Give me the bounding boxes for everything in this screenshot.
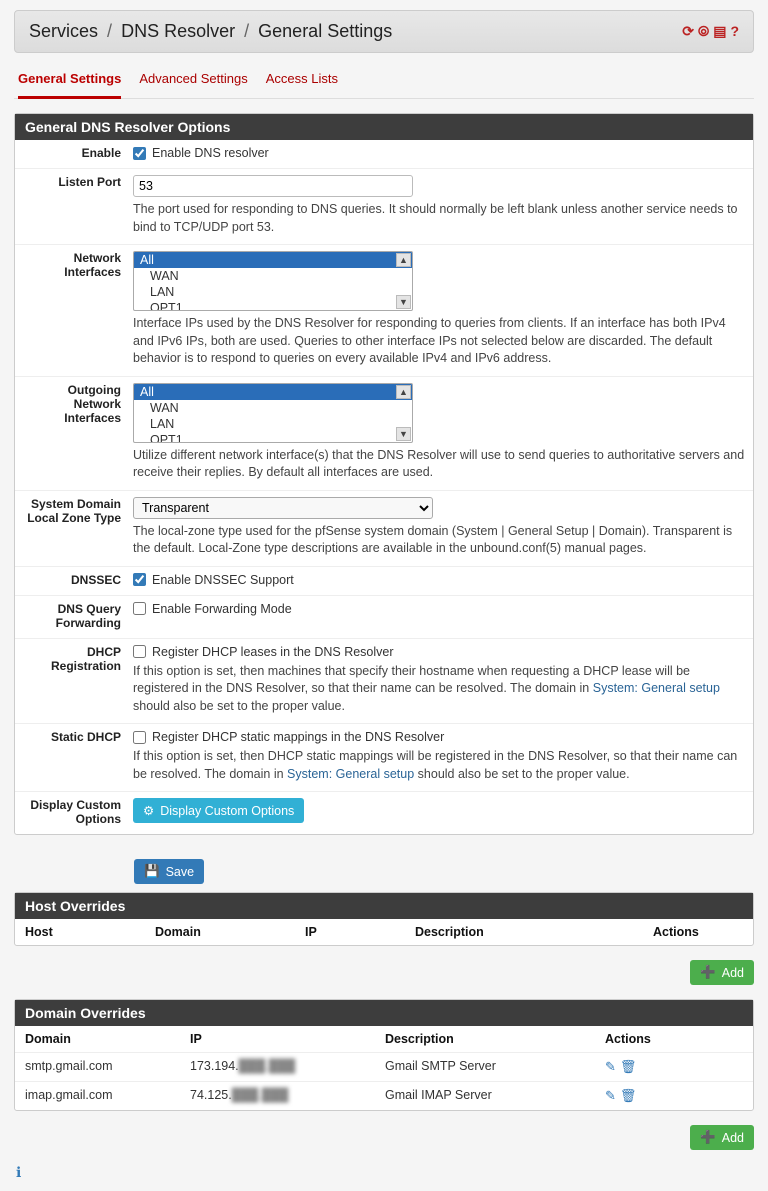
scroll-up-icon[interactable]: ▲ bbox=[396, 253, 411, 267]
domain-overrides-header: Domain IP Description Actions bbox=[15, 1026, 753, 1052]
help-local-zone-type: The local-zone type used for the pfSense… bbox=[133, 523, 745, 558]
edit-icon[interactable]: ✎ bbox=[605, 1088, 616, 1104]
col-description: Description bbox=[385, 1032, 605, 1046]
cell-domain: imap.gmail.com bbox=[25, 1088, 190, 1104]
panel-host-overrides: Host Overrides Host Domain IP Descriptio… bbox=[14, 892, 754, 946]
breadcrumb: Services / DNS Resolver / General Settin… bbox=[29, 21, 392, 42]
cell-description: Gmail SMTP Server bbox=[385, 1059, 605, 1075]
help-icon[interactable]: ? bbox=[730, 23, 739, 40]
opt-lan[interactable]: LAN bbox=[134, 416, 412, 432]
table-row: smtp.gmail.com 173.194.███.███ Gmail SMT… bbox=[15, 1052, 753, 1081]
label-forwarding: DNS Query Forwarding bbox=[23, 602, 133, 630]
checkbox-enable-text: Enable DNS resolver bbox=[152, 146, 269, 160]
opt-all[interactable]: All bbox=[134, 384, 412, 400]
select-outgoing-interfaces[interactable]: All WAN LAN OPT1 ▲ ▼ bbox=[133, 383, 413, 443]
checkbox-dnssec[interactable] bbox=[133, 573, 146, 586]
opt-wan[interactable]: WAN bbox=[134, 268, 412, 284]
crumb-sep: / bbox=[240, 21, 253, 41]
scroll-up-icon[interactable]: ▲ bbox=[396, 385, 411, 399]
table-row: imap.gmail.com 74.125.███.███ Gmail IMAP… bbox=[15, 1081, 753, 1110]
save-button[interactable]: 💾 Save bbox=[134, 859, 204, 884]
delete-icon[interactable]: 🗑 bbox=[620, 1059, 637, 1075]
scroll-down-icon[interactable]: ▼ bbox=[396, 295, 411, 309]
cell-domain: smtp.gmail.com bbox=[25, 1059, 190, 1075]
opt-all[interactable]: All bbox=[134, 252, 412, 268]
header-icon-group: ⟳ ⦾ ▤ ? bbox=[682, 23, 739, 40]
opt-wan[interactable]: WAN bbox=[134, 400, 412, 416]
crumb-dns-resolver[interactable]: DNS Resolver bbox=[121, 21, 235, 41]
col-domain: Domain bbox=[25, 1032, 190, 1046]
gear-icon: ⚙ bbox=[143, 803, 154, 818]
delete-icon[interactable]: 🗑 bbox=[620, 1088, 637, 1104]
help-static-dhcp: If this option is set, then DHCP static … bbox=[133, 748, 745, 783]
display-custom-options-button[interactable]: ⚙ Display Custom Options bbox=[133, 798, 304, 823]
checkbox-dhcp-registration[interactable] bbox=[133, 645, 146, 658]
checkbox-forwarding[interactable] bbox=[133, 602, 146, 615]
label-enable: Enable bbox=[23, 146, 133, 160]
checkbox-dnssec-text: Enable DNSSEC Support bbox=[152, 573, 294, 587]
cell-ip: 173.194.███.███ bbox=[190, 1059, 385, 1075]
col-domain: Domain bbox=[155, 925, 305, 939]
info-icon[interactable]: ℹ bbox=[14, 1164, 754, 1181]
cell-ip: 74.125.███.███ bbox=[190, 1088, 385, 1104]
opt-lan[interactable]: LAN bbox=[134, 284, 412, 300]
edit-icon[interactable]: ✎ bbox=[605, 1059, 616, 1075]
help-outgoing-interfaces: Utilize different network interface(s) t… bbox=[133, 447, 745, 482]
checkbox-forwarding-text: Enable Forwarding Mode bbox=[152, 602, 292, 616]
scroll-down-icon[interactable]: ▼ bbox=[396, 427, 411, 441]
label-static-dhcp: Static DHCP bbox=[23, 730, 133, 783]
crumb-services[interactable]: Services bbox=[29, 21, 98, 41]
tab-general-settings[interactable]: General Settings bbox=[18, 65, 121, 99]
help-dhcp-registration: If this option is set, then machines tha… bbox=[133, 663, 745, 716]
stop-icon[interactable]: ⦾ bbox=[698, 23, 709, 40]
log-icon[interactable]: ▤ bbox=[713, 23, 726, 40]
checkbox-dhcp-registration-text: Register DHCP leases in the DNS Resolver bbox=[152, 645, 394, 659]
panel-title: Domain Overrides bbox=[15, 1000, 753, 1026]
checkbox-enable[interactable] bbox=[133, 147, 146, 160]
select-network-interfaces[interactable]: All WAN LAN OPT1 ▲ ▼ bbox=[133, 251, 413, 311]
link-system-general-setup[interactable]: System: General setup bbox=[593, 681, 720, 695]
col-ip: IP bbox=[305, 925, 415, 939]
reload-icon[interactable]: ⟳ bbox=[682, 23, 694, 40]
host-overrides-header: Host Domain IP Description Actions bbox=[15, 919, 753, 945]
tab-advanced-settings[interactable]: Advanced Settings bbox=[139, 65, 247, 98]
panel-general-options: General DNS Resolver Options Enable Enab… bbox=[14, 113, 754, 835]
panel-title: General DNS Resolver Options bbox=[15, 114, 753, 140]
input-listen-port[interactable] bbox=[133, 175, 413, 197]
tab-bar: General Settings Advanced Settings Acces… bbox=[14, 65, 754, 99]
plus-icon: ➕ bbox=[700, 1130, 716, 1145]
col-host: Host bbox=[25, 925, 155, 939]
panel-title: Host Overrides bbox=[15, 893, 753, 919]
checkbox-static-dhcp-text: Register DHCP static mappings in the DNS… bbox=[152, 730, 444, 744]
label-outgoing-interfaces: Outgoing Network Interfaces bbox=[23, 383, 133, 482]
help-listen-port: The port used for responding to DNS quer… bbox=[133, 201, 745, 236]
col-ip: IP bbox=[190, 1032, 385, 1046]
crumb-sep: / bbox=[103, 21, 116, 41]
save-icon: 💾 bbox=[144, 864, 160, 879]
label-dhcp-registration: DHCP Registration bbox=[23, 645, 133, 716]
col-description: Description bbox=[415, 925, 653, 939]
page-header: Services / DNS Resolver / General Settin… bbox=[14, 10, 754, 53]
add-domain-override-button[interactable]: ➕ Add bbox=[690, 1125, 754, 1150]
plus-icon: ➕ bbox=[700, 965, 716, 980]
label-display-custom-options: Display Custom Options bbox=[23, 798, 133, 826]
opt-opt1[interactable]: OPT1 bbox=[134, 300, 412, 311]
label-local-zone-type: System Domain Local Zone Type bbox=[23, 497, 133, 558]
label-listen-port: Listen Port bbox=[23, 175, 133, 236]
link-system-general-setup[interactable]: System: General setup bbox=[287, 767, 414, 781]
cell-description: Gmail IMAP Server bbox=[385, 1088, 605, 1104]
tab-access-lists[interactable]: Access Lists bbox=[266, 65, 338, 98]
help-network-interfaces: Interface IPs used by the DNS Resolver f… bbox=[133, 315, 745, 368]
select-local-zone-type[interactable]: Transparent bbox=[133, 497, 433, 519]
add-host-override-button[interactable]: ➕ Add bbox=[690, 960, 754, 985]
label-dnssec: DNSSEC bbox=[23, 573, 133, 587]
opt-opt1[interactable]: OPT1 bbox=[134, 432, 412, 443]
col-actions: Actions bbox=[605, 1032, 743, 1046]
label-network-interfaces: Network Interfaces bbox=[23, 251, 133, 368]
crumb-general-settings: General Settings bbox=[258, 21, 392, 41]
panel-domain-overrides: Domain Overrides Domain IP Description A… bbox=[14, 999, 754, 1111]
col-actions: Actions bbox=[653, 925, 743, 939]
checkbox-static-dhcp[interactable] bbox=[133, 731, 146, 744]
